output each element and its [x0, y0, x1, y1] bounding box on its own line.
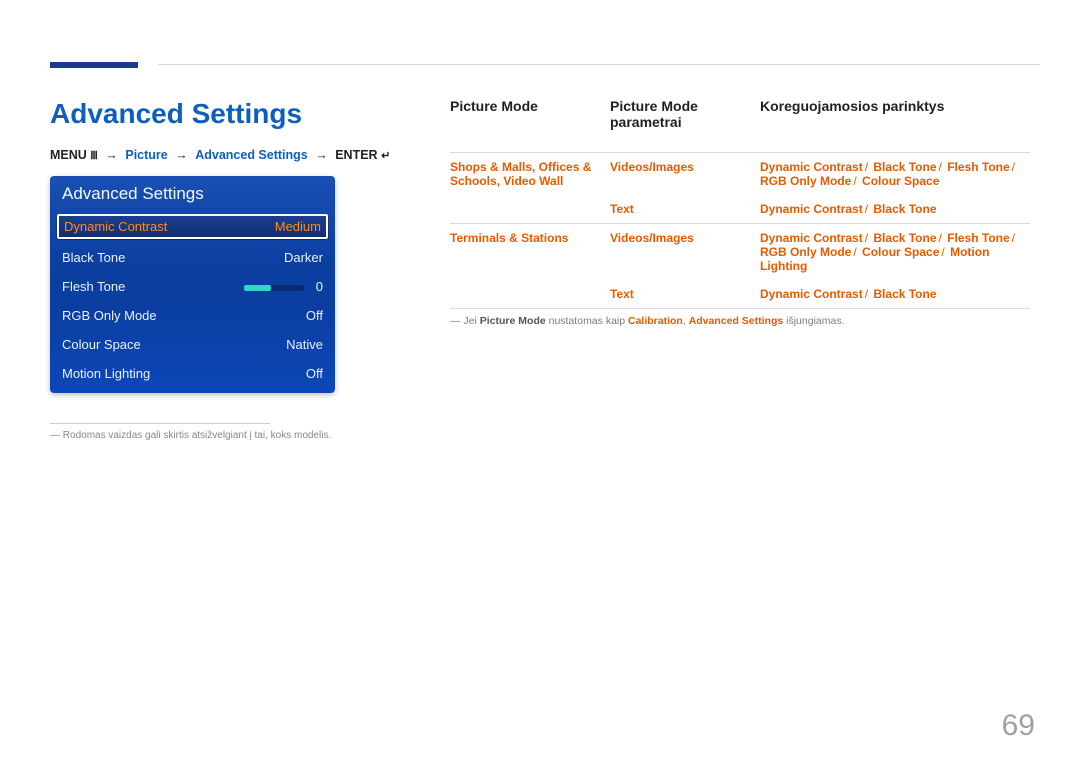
breadcrumb: MENU Ⅲ → Picture → Advanced Settings → E…: [50, 148, 410, 162]
table-divider: [450, 308, 1030, 309]
opt: Colour Space: [862, 245, 939, 259]
opt: Dynamic Contrast: [760, 160, 863, 174]
th-picture-mode: Picture Mode: [450, 98, 610, 130]
opt: Flesh Tone: [947, 160, 1009, 174]
calibration-note: Jei Picture Mode nustatomas kaip Calibra…: [450, 315, 1030, 327]
osd-label: Black Tone: [62, 250, 125, 265]
table-header: Picture Mode Picture Mode parametrai Kor…: [450, 98, 1030, 152]
enter-icon: ↵: [381, 150, 390, 162]
opt: Dynamic Contrast: [760, 287, 863, 301]
osd-row-colour-space[interactable]: Colour Space Native: [50, 330, 335, 359]
opt: Black Tone: [873, 160, 936, 174]
opt: Black Tone: [873, 287, 936, 301]
options-table: Picture Mode Picture Mode parametrai Kor…: [450, 98, 1030, 309]
table-row: Terminals & Stations Videos/Images Dynam…: [450, 224, 1030, 280]
th-options: Koreguojamosios parinktys: [760, 98, 1030, 130]
table-row: Text Dynamic Contrast/ Black Tone: [450, 195, 1030, 223]
cell-options: Dynamic Contrast/ Black Tone/ Flesh Tone…: [760, 231, 1030, 273]
arrow-icon: →: [101, 148, 122, 162]
cell-options: Dynamic Contrast/ Black Tone: [760, 202, 1030, 216]
osd-value: 0: [316, 279, 323, 294]
osd-row-rgb-only[interactable]: RGB Only Mode Off: [50, 301, 335, 330]
osd-value: Off: [306, 308, 323, 323]
arrow-icon: →: [171, 148, 192, 162]
opt: Dynamic Contrast: [760, 231, 863, 245]
osd-label: Flesh Tone: [62, 279, 125, 294]
note-orange: Advanced Settings: [689, 315, 784, 327]
cell-options: Dynamic Contrast/ Black Tone: [760, 287, 1030, 301]
note-text: Jei: [463, 315, 479, 327]
left-divider: [50, 423, 270, 424]
cell-picture-mode: Shops & Malls, Offices & Schools, Video …: [450, 160, 591, 188]
osd-row-motion-lighting[interactable]: Motion Lighting Off: [50, 359, 335, 393]
menu-grid-icon: Ⅲ: [90, 150, 98, 162]
osd-label: Motion Lighting: [62, 366, 150, 381]
cell-param: Videos/Images: [610, 231, 694, 245]
note-text: išjungiamas.: [783, 315, 844, 327]
osd-label: Dynamic Contrast: [64, 219, 167, 234]
cell-options: Dynamic Contrast/ Black Tone/ Flesh Tone…: [760, 160, 1030, 188]
osd-panel: Advanced Settings Dynamic Contrast Mediu…: [50, 176, 335, 393]
opt: Black Tone: [873, 202, 936, 216]
left-footnote: Rodomas vaizdas gali skirtis atsižvelgia…: [50, 430, 410, 441]
bc-enter: ENTER: [335, 148, 377, 162]
osd-value: Darker: [284, 250, 323, 265]
note-bold: Picture Mode: [480, 315, 546, 327]
opt: Dynamic Contrast: [760, 202, 863, 216]
opt: Flesh Tone: [947, 231, 1009, 245]
top-divider: [158, 64, 1040, 65]
cell-picture-mode: Terminals & Stations: [450, 231, 568, 245]
opt: Black Tone: [873, 231, 936, 245]
cell-param: Text: [610, 202, 634, 216]
cell-param: Videos/Images: [610, 160, 694, 174]
opt: RGB Only Mode: [760, 174, 851, 188]
osd-label: RGB Only Mode: [62, 308, 157, 323]
table-row: Text Dynamic Contrast/ Black Tone: [450, 280, 1030, 308]
osd-label: Colour Space: [62, 337, 141, 352]
osd-value: Off: [306, 366, 323, 381]
bc-picture: Picture: [125, 148, 167, 162]
osd-header: Advanced Settings: [50, 176, 335, 210]
opt: RGB Only Mode: [760, 245, 851, 259]
accent-bar: [50, 62, 138, 68]
flesh-tone-slider[interactable]: [244, 285, 304, 291]
arrow-icon: →: [311, 148, 332, 162]
osd-value: Medium: [275, 219, 321, 234]
osd-row-dynamic-contrast[interactable]: Dynamic Contrast Medium: [56, 213, 329, 240]
bc-advanced: Advanced Settings: [195, 148, 308, 162]
note-text: nustatomas kaip: [546, 315, 628, 327]
note-orange: Calibration: [628, 315, 683, 327]
cell-param: Text: [610, 287, 634, 301]
osd-row-black-tone[interactable]: Black Tone Darker: [50, 243, 335, 272]
page-title: Advanced Settings: [50, 98, 410, 130]
th-picture-mode-params: Picture Mode parametrai: [610, 98, 760, 130]
bc-menu: MENU: [50, 148, 87, 162]
opt: Colour Space: [862, 174, 939, 188]
table-row: Shops & Malls, Offices & Schools, Video …: [450, 153, 1030, 195]
osd-row-flesh-tone[interactable]: Flesh Tone 0: [50, 272, 335, 301]
page-number: 69: [1002, 709, 1035, 743]
osd-value: Native: [286, 337, 323, 352]
